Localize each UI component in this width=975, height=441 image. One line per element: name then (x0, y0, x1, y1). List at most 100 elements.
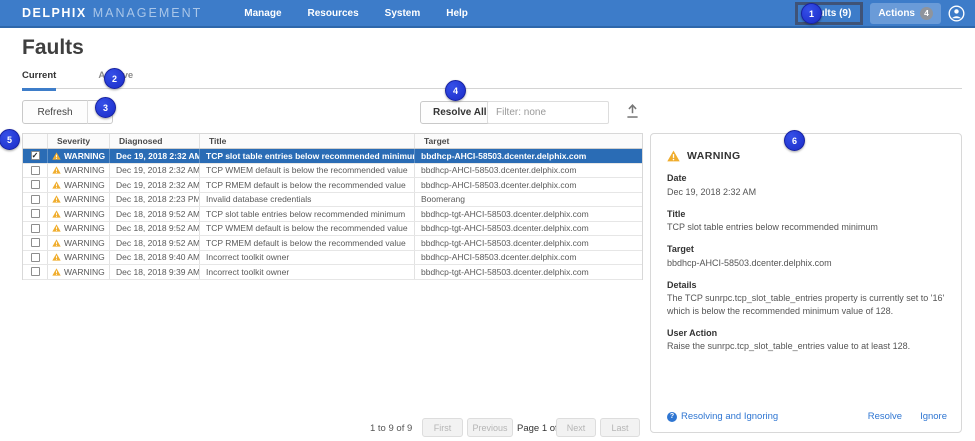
table-row[interactable]: WARNING Dec 19, 2018 2:32 AM TCP RMEM de… (23, 178, 642, 193)
row-checkbox[interactable] (31, 224, 40, 233)
footer-actions: Resolve Ignore (868, 411, 947, 422)
warning-icon (667, 150, 680, 162)
menu-manage[interactable]: Manage (244, 8, 281, 19)
user-action-value: Raise the sunrpc.tcp_slot_table_entries … (667, 340, 945, 352)
actions-label: Actions (878, 8, 915, 19)
row-checkbox-cell (23, 251, 48, 265)
annotation-2: 2 (104, 68, 125, 89)
severity-cell: WARNING (48, 193, 110, 207)
severity-cell: WARNING (48, 236, 110, 250)
header-severity[interactable]: Severity (48, 134, 110, 148)
title-cell: TCP slot table entries below recommended… (200, 207, 415, 221)
title-label: Title (667, 209, 945, 219)
details-label: Details (667, 280, 945, 290)
table-header-row: Severity Diagnosed Title Target (23, 134, 642, 149)
target-cell: bbdhcp-AHCI-58503.dcenter.delphix.com (415, 178, 642, 192)
first-page-button[interactable]: First (422, 418, 463, 437)
menu-help[interactable]: Help (446, 8, 468, 19)
title-cell: Incorrect toolkit owner (200, 251, 415, 265)
page-title: Faults (22, 36, 84, 60)
table-row[interactable]: WARNING Dec 18, 2018 9:52 AM TCP RMEM de… (23, 236, 642, 251)
title-cell: TCP RMEM default is below the recommende… (200, 178, 415, 192)
row-checkbox[interactable] (31, 151, 40, 160)
row-checkbox-cell (23, 164, 48, 178)
severity-cell: WARNING (48, 251, 110, 265)
top-menu: Manage Resources System Help (244, 8, 468, 19)
refresh-button[interactable]: Refresh (22, 100, 88, 124)
row-checkbox-cell (23, 149, 48, 163)
details-value: The TCP sunrpc.tcp_slot_table_entries pr… (667, 292, 945, 316)
row-checkbox[interactable] (31, 209, 40, 218)
actions-button[interactable]: Actions 4 (870, 3, 941, 24)
row-checkbox-cell (23, 178, 48, 192)
title-cell: TCP WMEM default is below the recommende… (200, 164, 415, 178)
fault-details-panel: WARNING Date Dec 19, 2018 2:32 AM Title … (650, 133, 962, 433)
next-page-button[interactable]: Next (556, 418, 596, 437)
details-target-section: Target bbdhcp-AHCI-58503.dcenter.delphix… (667, 244, 945, 269)
menu-resources[interactable]: Resources (308, 8, 359, 19)
diagnosed-cell: Dec 18, 2018 2:23 PM (110, 193, 200, 207)
tab-current[interactable]: Current (22, 70, 56, 91)
table-row[interactable]: WARNING Dec 19, 2018 2:32 AM TCP slot ta… (23, 149, 642, 164)
warning-icon (52, 210, 61, 218)
row-checkbox[interactable] (31, 180, 40, 189)
header-diagnosed[interactable]: Diagnosed (110, 134, 200, 148)
user-profile-icon[interactable] (948, 5, 965, 22)
header-target[interactable]: Target (415, 134, 642, 148)
last-page-button[interactable]: Last (600, 418, 640, 437)
diagnosed-cell: Dec 18, 2018 9:40 AM (110, 251, 200, 265)
target-cell: bbdhcp-tgt-AHCI-58503.dcenter.delphix.co… (415, 236, 642, 250)
table-row[interactable]: WARNING Dec 18, 2018 9:52 AM TCP slot ta… (23, 207, 642, 222)
table-row[interactable]: WARNING Dec 18, 2018 9:39 AM Incorrect t… (23, 265, 642, 280)
severity-label: WARNING (64, 209, 105, 219)
resolving-and-ignoring-link[interactable]: ? Resolving and Ignoring (667, 411, 778, 422)
warning-icon (52, 253, 61, 261)
row-checkbox[interactable] (31, 267, 40, 276)
table-row[interactable]: WARNING Dec 18, 2018 9:40 AM Incorrect t… (23, 251, 642, 266)
export-icon[interactable] (624, 103, 641, 120)
details-date-section: Date Dec 19, 2018 2:32 AM (667, 173, 945, 198)
target-cell: bbdhcp-AHCI-58503.dcenter.delphix.com (415, 149, 642, 163)
diagnosed-cell: Dec 18, 2018 9:52 AM (110, 236, 200, 250)
target-value: bbdhcp-AHCI-58503.dcenter.delphix.com (667, 257, 945, 269)
target-cell: bbdhcp-tgt-AHCI-58503.dcenter.delphix.co… (415, 207, 642, 221)
previous-page-button[interactable]: Previous (467, 418, 513, 437)
row-checkbox[interactable] (31, 166, 40, 175)
diagnosed-cell: Dec 18, 2018 9:52 AM (110, 207, 200, 221)
resolve-link[interactable]: Resolve (868, 411, 902, 422)
brand-name: DELPHIX (22, 6, 87, 20)
warning-icon (52, 181, 61, 189)
severity-label: WARNING (64, 252, 105, 262)
annotation-3: 3 (95, 97, 116, 118)
warning-icon (52, 166, 61, 174)
warning-icon (52, 224, 61, 232)
severity-label: WARNING (64, 223, 105, 233)
title-cell: TCP WMEM default is below the recommende… (200, 222, 415, 236)
header-title[interactable]: Title (200, 134, 415, 148)
severity-label: WARNING (64, 165, 105, 175)
row-checkbox[interactable] (31, 238, 40, 247)
severity-cell: WARNING (48, 222, 110, 236)
severity-cell: WARNING (48, 149, 110, 163)
row-checkbox-cell (23, 193, 48, 207)
ignore-link[interactable]: Ignore (920, 411, 947, 422)
filter-input[interactable] (487, 101, 609, 124)
severity-label: WARNING (64, 151, 105, 161)
warning-icon (52, 152, 61, 160)
row-checkbox[interactable] (31, 253, 40, 262)
target-cell: bbdhcp-tgt-AHCI-58503.dcenter.delphix.co… (415, 265, 642, 279)
table-row[interactable]: WARNING Dec 18, 2018 2:23 PM Invalid dat… (23, 193, 642, 208)
brand-suffix: MANAGEMENT (93, 6, 203, 20)
table-row[interactable]: WARNING Dec 19, 2018 2:32 AM TCP WMEM de… (23, 164, 642, 179)
title-cell: Incorrect toolkit owner (200, 265, 415, 279)
table-row[interactable]: WARNING Dec 18, 2018 9:52 AM TCP WMEM de… (23, 222, 642, 237)
row-checkbox[interactable] (31, 195, 40, 204)
menu-system[interactable]: System (385, 8, 421, 19)
target-cell: Boomerang (415, 193, 642, 207)
diagnosed-cell: Dec 19, 2018 2:32 AM (110, 178, 200, 192)
row-checkbox-cell (23, 222, 48, 236)
annotation-4: 4 (445, 80, 466, 101)
details-footer: ? Resolving and Ignoring Resolve Ignore (667, 411, 947, 422)
severity-cell: WARNING (48, 265, 110, 279)
severity-label: WARNING (64, 238, 105, 248)
